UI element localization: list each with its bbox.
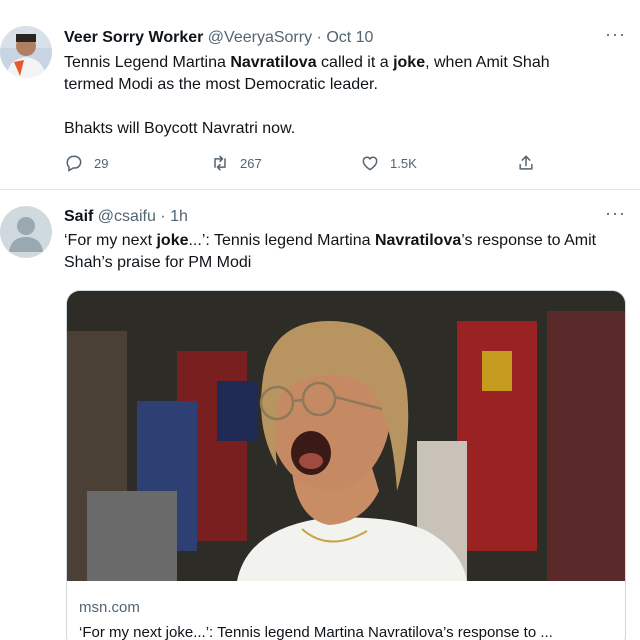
article-photo — [67, 291, 625, 581]
tweet-header: Veer Sorry Worker @VeeryaSorry · Oct 10 — [64, 28, 373, 48]
display-name[interactable]: Saif — [64, 208, 93, 225]
timestamp[interactable]: 1h — [170, 208, 188, 225]
reply-icon — [66, 155, 82, 172]
avatar[interactable] — [0, 206, 52, 258]
tweet-text-line-3: Bhakts will Boycott Navratri now. — [64, 120, 296, 137]
retweet-button[interactable]: 267 — [210, 153, 262, 173]
text-segment: ‘For my next — [64, 232, 157, 249]
text-highlight: joke — [393, 54, 426, 71]
display-name[interactable]: Veer Sorry Worker — [64, 29, 203, 46]
more-options-icon[interactable]: ··· — [605, 203, 626, 224]
retweet-count: 267 — [240, 155, 262, 171]
tweet-actions: 29 267 1.5K — [64, 153, 564, 177]
tweet-text-line-2: termed Modi as the most Democratic leade… — [64, 76, 378, 93]
text-segment: Tennis Legend Martina — [64, 54, 231, 71]
like-button[interactable]: 1.5K — [360, 153, 417, 173]
text-segment: called it a — [316, 54, 394, 71]
tweet-header: Saif @csaifu · 1h — [64, 207, 188, 227]
card-domain: msn.com — [79, 599, 140, 616]
tweet-text-line-1: Tennis Legend Martina Navratilova called… — [64, 52, 624, 74]
share-icon — [519, 155, 533, 170]
reply-count: 29 — [94, 155, 109, 171]
tweet-1[interactable]: Veer Sorry Worker @VeeryaSorry · Oct 10 … — [0, 0, 640, 189]
share-button[interactable] — [516, 153, 546, 173]
heart-icon — [362, 156, 378, 171]
user-photo — [0, 26, 52, 78]
text-segment: ...’: Tennis legend Martina — [188, 232, 375, 249]
tweet-2[interactable]: Saif @csaifu · 1h ··· ‘For my next joke.… — [0, 189, 640, 640]
text-highlight: Navratilova — [230, 54, 317, 71]
timestamp[interactable]: Oct 10 — [326, 29, 373, 46]
text-highlight: Navratilova — [374, 232, 462, 249]
avatar[interactable] — [0, 26, 52, 78]
text-highlight: joke — [156, 232, 189, 249]
handle[interactable]: @VeeryaSorry — [208, 29, 312, 46]
default-avatar-icon — [0, 206, 52, 258]
text-segment: , when Amit Shah — [425, 54, 550, 71]
card-title: ‘For my next joke...’: Tennis legend Mar… — [79, 624, 553, 640]
separator: · — [316, 29, 322, 46]
handle[interactable]: @csaifu — [98, 208, 156, 225]
separator: · — [160, 208, 166, 225]
more-options-icon[interactable]: ··· — [605, 24, 626, 45]
retweet-icon — [214, 155, 226, 171]
like-count: 1.5K — [390, 155, 417, 171]
link-card[interactable]: msn.com ‘For my next joke...’: Tennis le… — [66, 290, 626, 640]
reply-button[interactable]: 29 — [64, 153, 108, 173]
tweet-text: ‘For my next joke...’: Tennis legend Mar… — [64, 230, 624, 274]
